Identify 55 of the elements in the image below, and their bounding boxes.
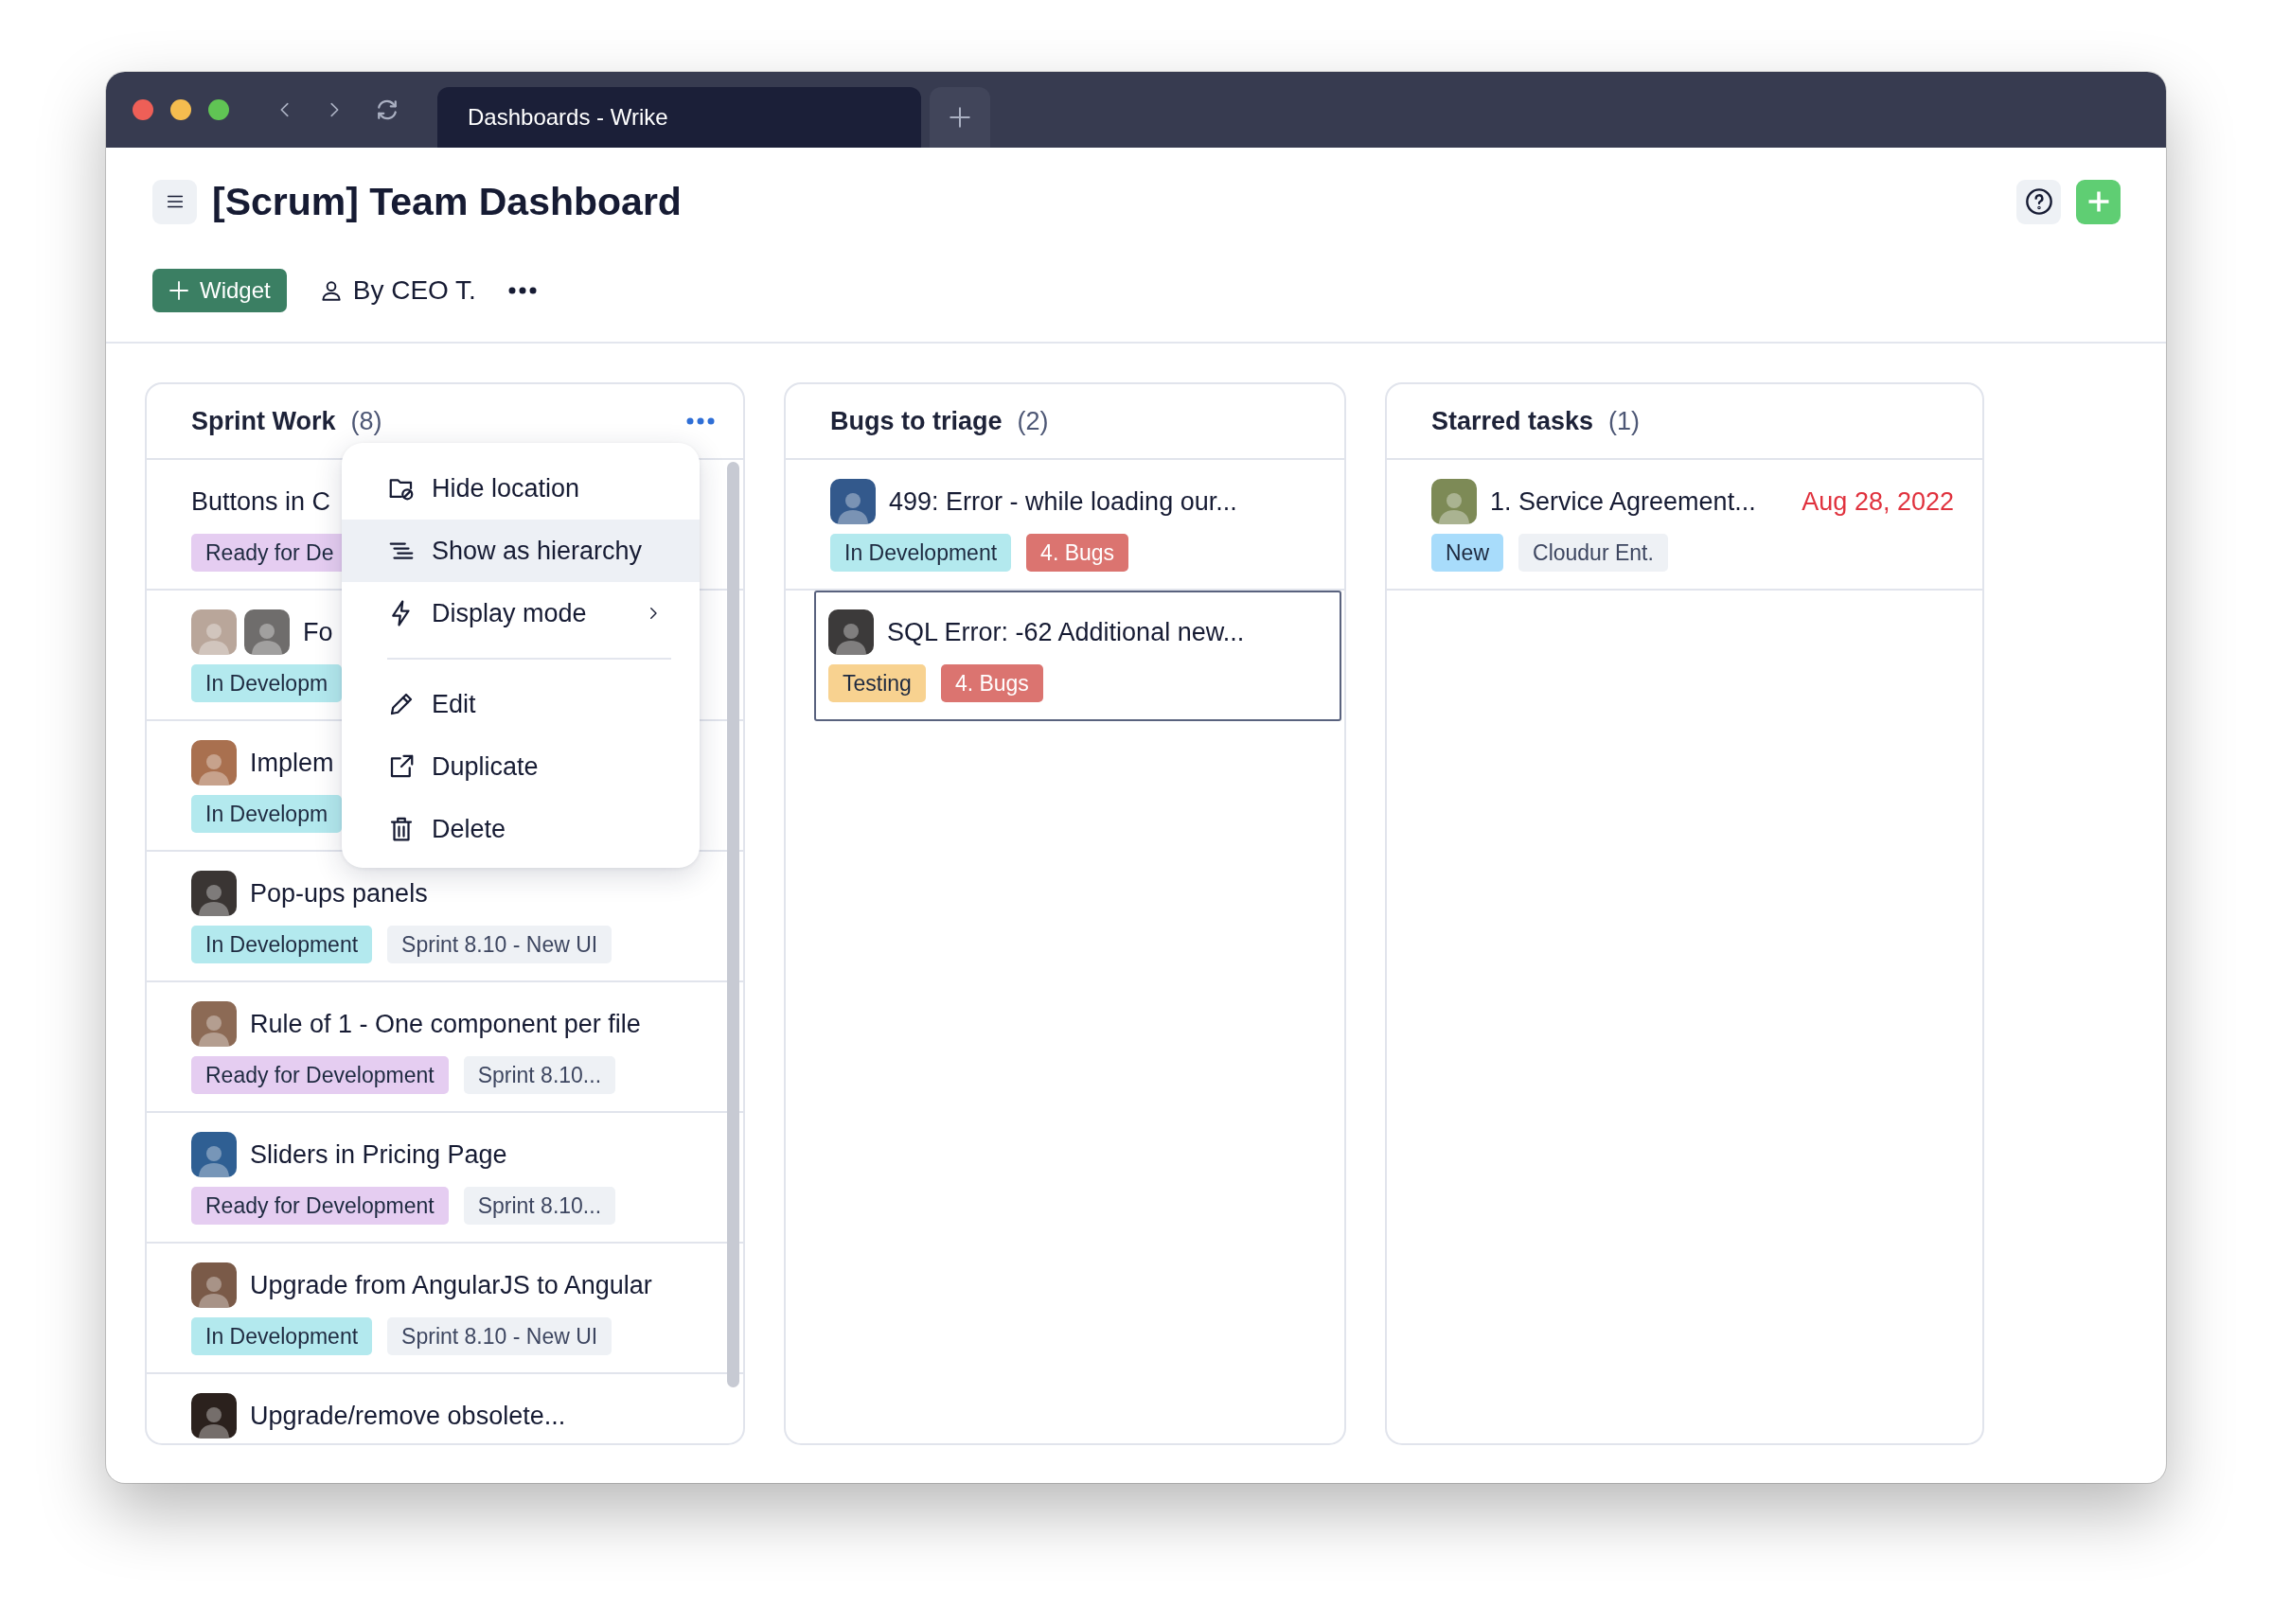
- task-tag: 4. Bugs: [1026, 534, 1129, 572]
- task-tag: Cloudur Ent.: [1518, 534, 1668, 572]
- task-card[interactable]: SQL Error: -62 Additional new... Testing 4. Bugs: [814, 591, 1341, 721]
- menu-item[interactable]: Edit: [342, 673, 700, 735]
- task-tag: In Development: [830, 534, 1012, 572]
- task-title: 1. Service Agreement...: [1490, 486, 1756, 517]
- minimize-button[interactable]: [170, 99, 191, 120]
- plus-icon: [168, 279, 190, 302]
- task-title: SQL Error: -62 Additional new...: [887, 617, 1245, 647]
- task-title: Upgrade/remove obsolete...: [250, 1401, 566, 1431]
- menu-button[interactable]: [152, 179, 197, 224]
- menu-item[interactable]: Show as hierarchy: [342, 520, 700, 582]
- due-date: Aug 28, 2022: [1802, 486, 1954, 517]
- help-button[interactable]: [2016, 179, 2061, 224]
- task-title: Fo: [303, 617, 333, 647]
- close-button[interactable]: [133, 99, 153, 120]
- menu-item[interactable]: Hide location: [342, 457, 700, 520]
- owner-filter[interactable]: By CEO T.: [318, 275, 476, 306]
- more-icon[interactable]: [507, 287, 537, 294]
- widget-title: Bugs to triage: [830, 406, 1003, 436]
- task-title: Upgrade from AngularJS to Angular: [250, 1270, 652, 1300]
- plus-icon: [948, 105, 972, 130]
- task-tag: Ready for Development: [191, 1056, 449, 1094]
- task-title: Buttons in C: [191, 486, 331, 517]
- task-tag: In Developm: [191, 795, 343, 833]
- task-title: Sliders in Pricing Page: [250, 1139, 507, 1170]
- task-tag: 4. Bugs: [940, 664, 1043, 702]
- task-tag: Testing: [828, 664, 926, 702]
- task-title: Implem: [250, 748, 334, 778]
- widget-title: Starred tasks: [1431, 406, 1594, 436]
- task-tag: In Developm: [191, 664, 343, 702]
- menu-item[interactable]: Display mode: [342, 582, 700, 644]
- task-title: 499: Error - while loading our...: [889, 486, 1237, 517]
- task-tag: Sprint 8.10 - New UI: [387, 1317, 612, 1355]
- help-icon: [2023, 186, 2054, 217]
- task-title: Rule of 1 - One component per file: [250, 1009, 641, 1039]
- maximize-button[interactable]: [208, 99, 229, 120]
- task-tag: In Development: [191, 1317, 373, 1355]
- menu-item[interactable]: Delete: [342, 798, 700, 860]
- task-title: Pop-ups panels: [250, 878, 428, 909]
- browser-tab[interactable]: Dashboards - Wrike: [437, 87, 921, 148]
- task-tag: In Development: [191, 926, 373, 963]
- menu-item[interactable]: Duplicate: [342, 735, 700, 798]
- task-tag: Sprint 8.10...: [463, 1056, 616, 1094]
- widget-title: Sprint Work: [191, 406, 336, 436]
- task-tag: Ready for Development: [191, 1187, 449, 1225]
- task-tag: Sprint 8.10...: [463, 1187, 616, 1225]
- add-widget-button[interactable]: Widget: [152, 269, 287, 312]
- widget-count: (8): [350, 406, 383, 436]
- task-tag: New: [1431, 534, 1503, 572]
- widget-count: (1): [1608, 406, 1642, 436]
- scrollbar[interactable]: [727, 462, 739, 1387]
- dashboard-title: [Scrum] Team Dashboard: [212, 179, 683, 224]
- task-tag: Sprint 8.10 - New UI: [387, 926, 612, 963]
- widget-count: (2): [1017, 406, 1050, 436]
